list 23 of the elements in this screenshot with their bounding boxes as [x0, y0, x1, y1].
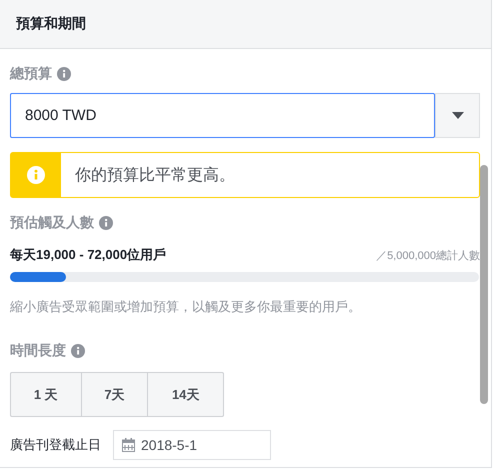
field-label: 預估觸及人數	[10, 214, 94, 232]
field-label: 廣告刊登截止日	[10, 436, 101, 454]
reach-hint: 縮小廣告受眾範圍或增加預算，以觸及更多你最重要的用戶。	[10, 298, 362, 316]
info-icon[interactable]	[71, 344, 85, 358]
field-label: 時間長度	[10, 342, 66, 360]
reach-total: ／5,000,000總計人數	[376, 248, 480, 263]
budget-field[interactable]: 8000 TWD	[10, 93, 435, 138]
info-icon[interactable]	[57, 67, 71, 81]
scrollbar[interactable]	[480, 165, 488, 404]
duration-button[interactable]: 7天	[82, 372, 148, 417]
duration-button[interactable]: 14天	[148, 372, 224, 417]
reach-range: 每天19,000 - 72,000位用戶	[10, 246, 166, 264]
caret-icon	[452, 112, 464, 119]
calendar-icon	[122, 438, 135, 452]
date-field[interactable]: 2018-5-1	[113, 430, 271, 460]
duration-button[interactable]: 1 天	[10, 372, 82, 417]
currency-dropdown[interactable]	[435, 93, 480, 138]
section-title: 預算和期間	[16, 15, 86, 33]
info-icon[interactable]	[99, 216, 113, 230]
field-label: 總預算	[10, 65, 52, 83]
notice-text: 你的預算比平常更高。	[75, 166, 235, 186]
info-icon	[27, 166, 45, 184]
date-value: 2018-5-1	[141, 437, 198, 453]
